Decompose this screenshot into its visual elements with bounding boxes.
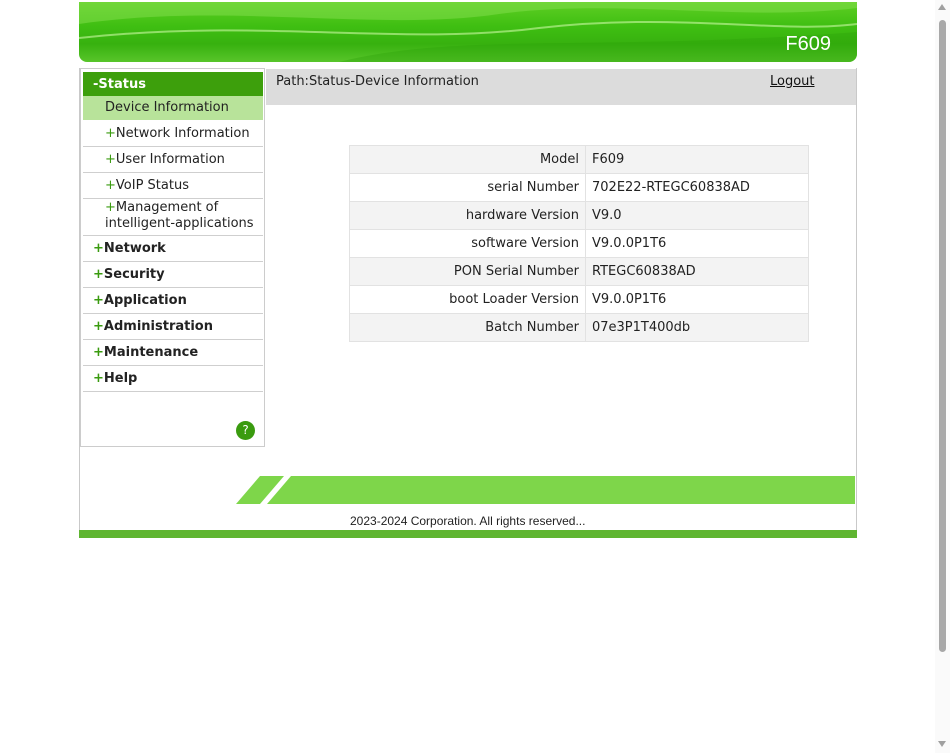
menu-category-label: Network (103, 241, 166, 256)
expand-sign: + (93, 293, 104, 308)
expand-sign: + (93, 267, 104, 282)
expand-sign: + (105, 200, 116, 215)
model-title: F609 (785, 33, 831, 55)
menu-category-label: Application (103, 293, 187, 308)
expand-sign: + (105, 178, 116, 193)
info-value: 07e3P1T400db (585, 313, 809, 342)
menu-category-maintenance[interactable]: +Maintenance (83, 340, 263, 366)
menu-category-status[interactable]: -Status (83, 72, 263, 97)
header-swoosh (79, 2, 857, 62)
info-key: hardware Version (349, 201, 586, 230)
menu-category-security[interactable]: +Security (83, 262, 263, 288)
info-key: software Version (349, 229, 586, 258)
menu-category-label: Status (98, 77, 146, 92)
sidebar-item-network-information[interactable]: +Network Information (83, 121, 263, 147)
sidebar-item-label-line1: Management of (115, 200, 219, 215)
sidebar-item-label: User Information (115, 152, 225, 167)
scroll-up-arrow-icon[interactable] (938, 4, 946, 10)
info-key: serial Number (349, 173, 586, 202)
table-row: serial Number 702E22-RTEGC60838AD (349, 173, 809, 202)
menu-category-label: Help (103, 371, 138, 386)
info-value: V9.0.0P1T6 (585, 229, 809, 258)
header-banner: F609 (79, 2, 857, 62)
sidebar-menu: -Status Device Information +Network Info… (80, 68, 265, 447)
table-row: software Version V9.0.0P1T6 (349, 229, 809, 258)
sidebar-item-device-information[interactable]: Device Information (83, 96, 263, 120)
device-info-table: Model F609 serial Number 702E22-RTEGC608… (349, 145, 809, 342)
info-value: F609 (585, 145, 809, 174)
menu-category-label: Administration (103, 319, 213, 334)
table-row: boot Loader Version V9.0.0P1T6 (349, 285, 809, 314)
path-bar: Path:Status-Device Information Logout (266, 69, 856, 105)
info-value: V9.0 (585, 201, 809, 230)
menu-category-label: Maintenance (103, 345, 199, 360)
menu-category-help[interactable]: +Help (83, 366, 263, 392)
table-row: Model F609 (349, 145, 809, 174)
sidebar-item-label: Device Information (105, 100, 229, 115)
expand-sign: + (105, 126, 116, 141)
sidebar-item-management-of-intelligent-applications[interactable]: +Management of intelligent-applications (83, 199, 263, 236)
sidebar-item-voip-status[interactable]: +VoIP Status (83, 173, 263, 199)
info-key: PON Serial Number (349, 257, 586, 286)
info-key: Model (349, 145, 586, 174)
table-row: PON Serial Number RTEGC60838AD (349, 257, 809, 286)
info-value: V9.0.0P1T6 (585, 285, 809, 314)
table-row: hardware Version V9.0 (349, 201, 809, 230)
help-icon[interactable]: ? (236, 421, 255, 440)
expand-sign: + (93, 241, 104, 256)
scrollbar[interactable] (935, 0, 950, 753)
menu-category-network[interactable]: +Network (83, 236, 263, 262)
menu-category-administration[interactable]: +Administration (83, 314, 263, 340)
sidebar-item-user-information[interactable]: +User Information (83, 147, 263, 173)
menu-category-application[interactable]: +Application (83, 288, 263, 314)
expand-sign: + (105, 152, 116, 167)
table-row: Batch Number 07e3P1T400db (349, 313, 809, 342)
expand-sign: + (93, 371, 104, 386)
logout-link[interactable]: Logout (770, 74, 815, 89)
sidebar-item-label: Network Information (115, 126, 250, 141)
sidebar-item-label: VoIP Status (115, 178, 189, 193)
bottom-border-bar (79, 530, 857, 538)
info-value: RTEGC60838AD (585, 257, 809, 286)
info-value: 702E22-RTEGC60838AD (585, 173, 809, 202)
copyright-text: 2023-2024 Corporation. All rights reserv… (350, 514, 586, 528)
expand-sign: + (93, 319, 104, 334)
expand-sign: + (93, 345, 104, 360)
breadcrumb: Path:Status-Device Information (276, 74, 479, 89)
info-key: Batch Number (349, 313, 586, 342)
menu-category-label: Security (103, 267, 165, 282)
footer-band (236, 476, 855, 504)
info-key: boot Loader Version (349, 285, 586, 314)
scroll-down-arrow-icon[interactable] (938, 741, 946, 747)
sidebar-item-label-line2: intelligent-applications (105, 216, 254, 231)
scrollbar-thumb[interactable] (939, 20, 946, 652)
